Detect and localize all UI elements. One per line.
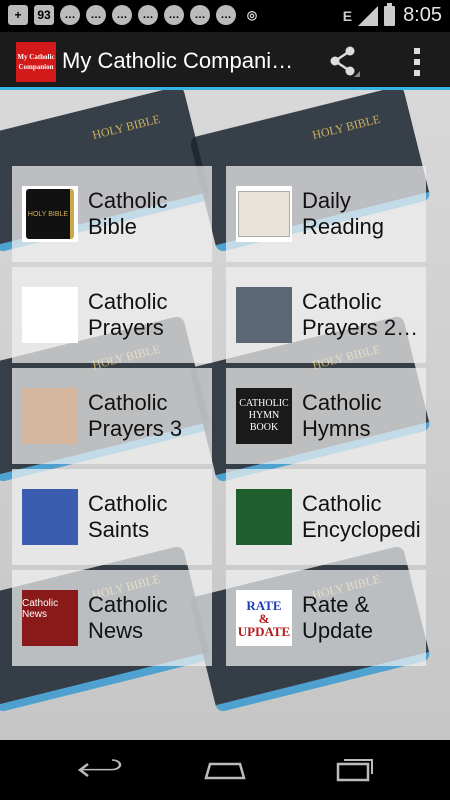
overflow-dot (414, 59, 420, 65)
overflow-dot (414, 48, 420, 54)
rosary-icon (236, 186, 292, 242)
bible-icon: HOLY BIBLE (22, 186, 78, 242)
menu-item-label: Catholic Saints (88, 491, 168, 542)
menu-item-catholic-bible[interactable]: HOLY BIBLE Catholic Bible (12, 166, 212, 262)
home-button[interactable] (200, 754, 250, 786)
battery-icon (384, 2, 396, 26)
counter-icon: 93 (34, 5, 54, 25)
chat-icon: … (164, 5, 184, 25)
overflow-dot (414, 70, 420, 76)
news-icon: Catholic News (22, 590, 78, 646)
menu-item-rate-update[interactable]: RATE & UPDATE Rate & Update (226, 570, 426, 666)
back-icon (77, 759, 122, 777)
chat-icon: … (60, 5, 80, 25)
menu-item-label: Catholic Hymns (302, 390, 382, 441)
overflow-menu-button[interactable] (414, 48, 422, 76)
news-thumb-text: Catholic News (22, 590, 78, 646)
home-icon (204, 762, 246, 780)
menu-item-label: Daily Reading (302, 188, 384, 239)
menu-item-catholic-hymns[interactable]: CATHOLIC HYMN BOOK Catholic Hymns (226, 368, 426, 464)
rate-icon: RATE & UPDATE (236, 590, 292, 646)
menu-item-catholic-news[interactable]: Catholic News Catholic News (12, 570, 212, 666)
chat-icon: … (112, 5, 132, 25)
rate-thumb-amp: & (258, 610, 270, 626)
menu-item-label: Catholic Prayers 3 (88, 390, 183, 441)
rate-thumb-text: RATE (246, 597, 282, 613)
app-title: My Catholic Compani… (62, 48, 294, 73)
menu-item-label: Rate & Update (302, 592, 373, 643)
menu-item-catholic-prayers[interactable]: Catholic Prayers (12, 267, 212, 363)
bible-thumb-text: HOLY BIBLE (26, 189, 74, 239)
menu-item-label: Catholic Bible (88, 188, 168, 239)
menu-item-catholic-prayers-3[interactable]: Catholic Prayers 3 (12, 368, 212, 464)
eye-icon: ◎ (246, 8, 258, 22)
menu-item-catholic-saints[interactable]: Catholic Saints (12, 469, 212, 565)
recent-apps-icon (336, 759, 373, 782)
app-icon-line1: My Catholic (17, 53, 55, 61)
menu-item-label: Catholic Prayers (88, 289, 168, 340)
notification-icons: + 93 … … … … … … … ◎ (8, 5, 262, 25)
hymn-thumb-text: CATHOLIC HYMN BOOK (236, 388, 292, 444)
network-type: E (342, 7, 353, 24)
clock: 8:05 (403, 4, 442, 26)
hymn-book-icon: CATHOLIC HYMN BOOK (236, 388, 292, 444)
share-icon (330, 46, 360, 77)
navigation-bar (0, 740, 450, 800)
status-bar: + 93 … … … … … … … ◎ E 8:05 (0, 0, 450, 32)
menu-item-daily-reading[interactable]: Daily Reading (226, 166, 426, 262)
mary-icon (22, 489, 78, 545)
action-bar: My Catholic Companion My Catholic Compan… (0, 32, 450, 90)
recent-apps-button[interactable] (328, 754, 378, 786)
app-icon-line2: Companion (18, 63, 54, 71)
share-button[interactable] (326, 44, 360, 78)
chat-icon: … (86, 5, 106, 25)
plus-icon: + (8, 5, 28, 25)
menu-item-label: Catholic Prayers 2… (302, 289, 419, 340)
praying-hands-photo-icon (236, 287, 292, 343)
menu-item-catholic-prayers-2[interactable]: Catholic Prayers 2… (226, 267, 426, 363)
rate-thumb-update: UPDATE (237, 623, 291, 639)
back-button[interactable] (76, 754, 126, 786)
app-icon[interactable]: My Catholic Companion (16, 42, 56, 82)
encyclopedia-icon (236, 489, 292, 545)
praying-hands-icon (22, 287, 78, 343)
menu-item-label: Catholic News (88, 592, 168, 643)
prayer-hands-icon (22, 388, 78, 444)
menu-item-catholic-encyclopedia[interactable]: Catholic Encyclopedi (226, 469, 426, 565)
main-content: HOLY BIBLE Catholic Bible Daily Reading … (0, 90, 450, 740)
chat-icon: … (138, 5, 158, 25)
chat-icon: … (190, 5, 210, 25)
chat-icon: … (216, 5, 236, 25)
signal-icon (358, 5, 379, 26)
menu-item-label: Catholic Encyclopedi (302, 491, 421, 542)
